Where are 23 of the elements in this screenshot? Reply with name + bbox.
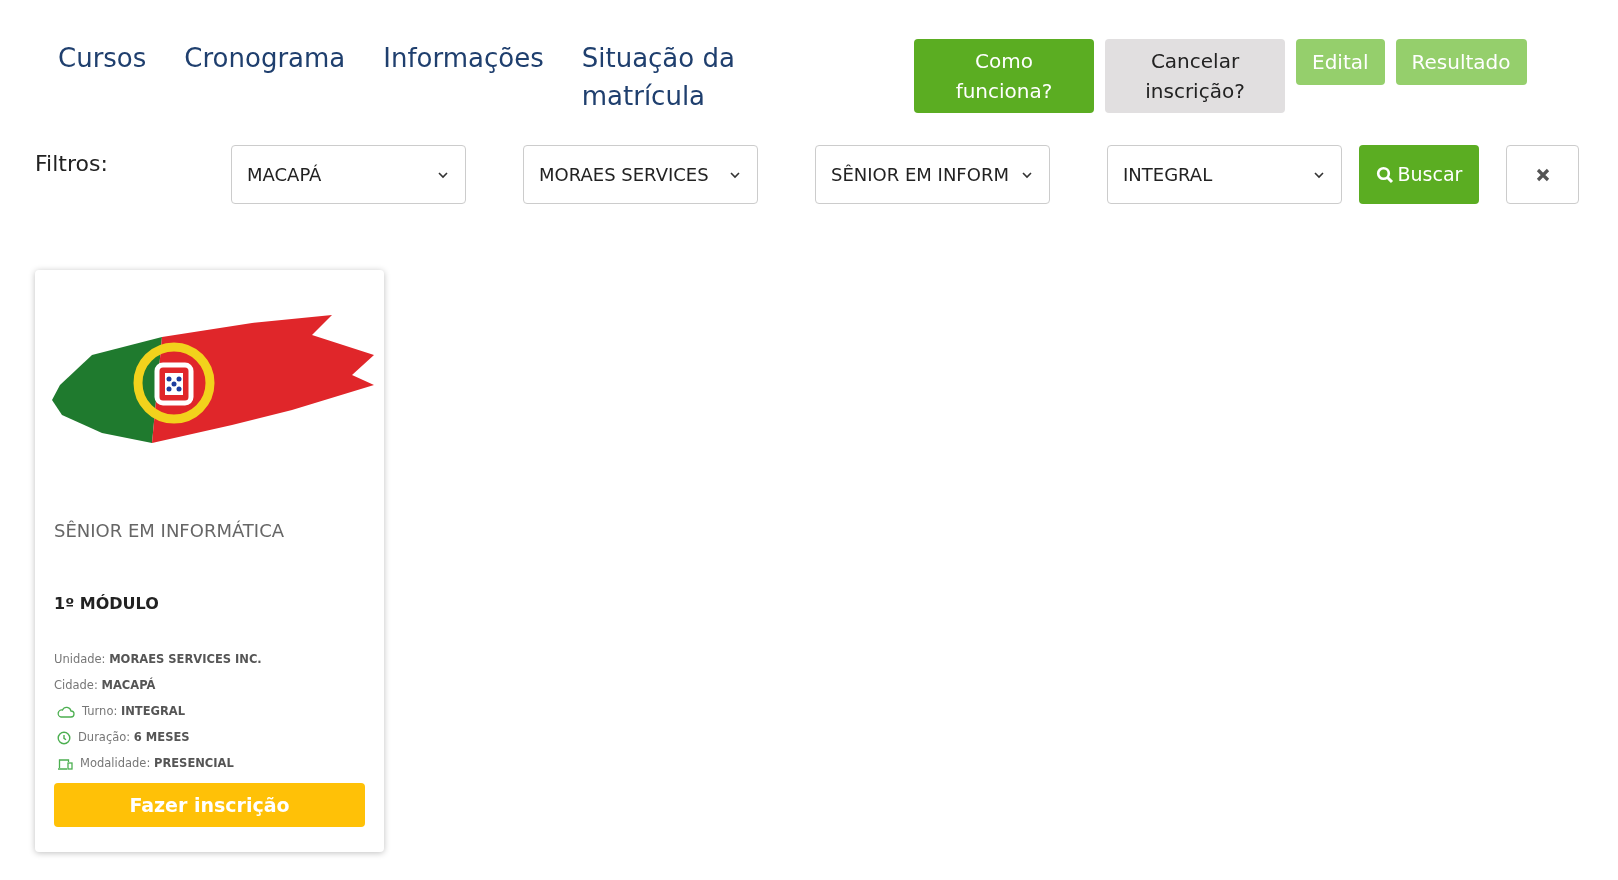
course-module: 1º MÓDULO <box>54 593 160 615</box>
nav-link[interactable]: Informações <box>383 39 544 77</box>
course-detail: Unidade: MORAES SERVICES INC. <box>54 650 262 668</box>
filters-label: Filtros: <box>35 150 109 178</box>
cloud-icon <box>57 705 75 718</box>
filter-select[interactable]: MACAPÁ <box>231 145 466 204</box>
clear-button[interactable] <box>1506 145 1579 204</box>
filter-select[interactable]: SÊNIOR EM INFORM <box>815 145 1050 204</box>
course-detail: Duração: 6 MESES <box>78 728 190 746</box>
close-icon <box>1535 167 1550 182</box>
course-detail: Turno: INTEGRAL <box>82 702 186 720</box>
course-detail: Modalidade: PRESENCIAL <box>80 754 234 772</box>
nav-link[interactable]: Situação da matrícula <box>581 39 752 115</box>
clock-icon <box>57 730 71 745</box>
nav-link[interactable]: Cursos <box>58 39 147 77</box>
nav-link[interactable]: Cronograma <box>184 39 346 77</box>
course-title: SÊNIOR EM INFORMÁTICA <box>54 519 286 543</box>
action-button[interactable]: Cancelar inscrição? <box>1105 39 1285 113</box>
search-icon <box>1375 165 1394 184</box>
filter-select[interactable]: MORAES SERVICES <box>523 145 758 204</box>
devices-icon <box>57 757 73 770</box>
filter-select[interactable]: INTEGRAL <box>1107 145 1342 204</box>
course-detail: Cidade: MACAPÁ <box>54 676 156 694</box>
